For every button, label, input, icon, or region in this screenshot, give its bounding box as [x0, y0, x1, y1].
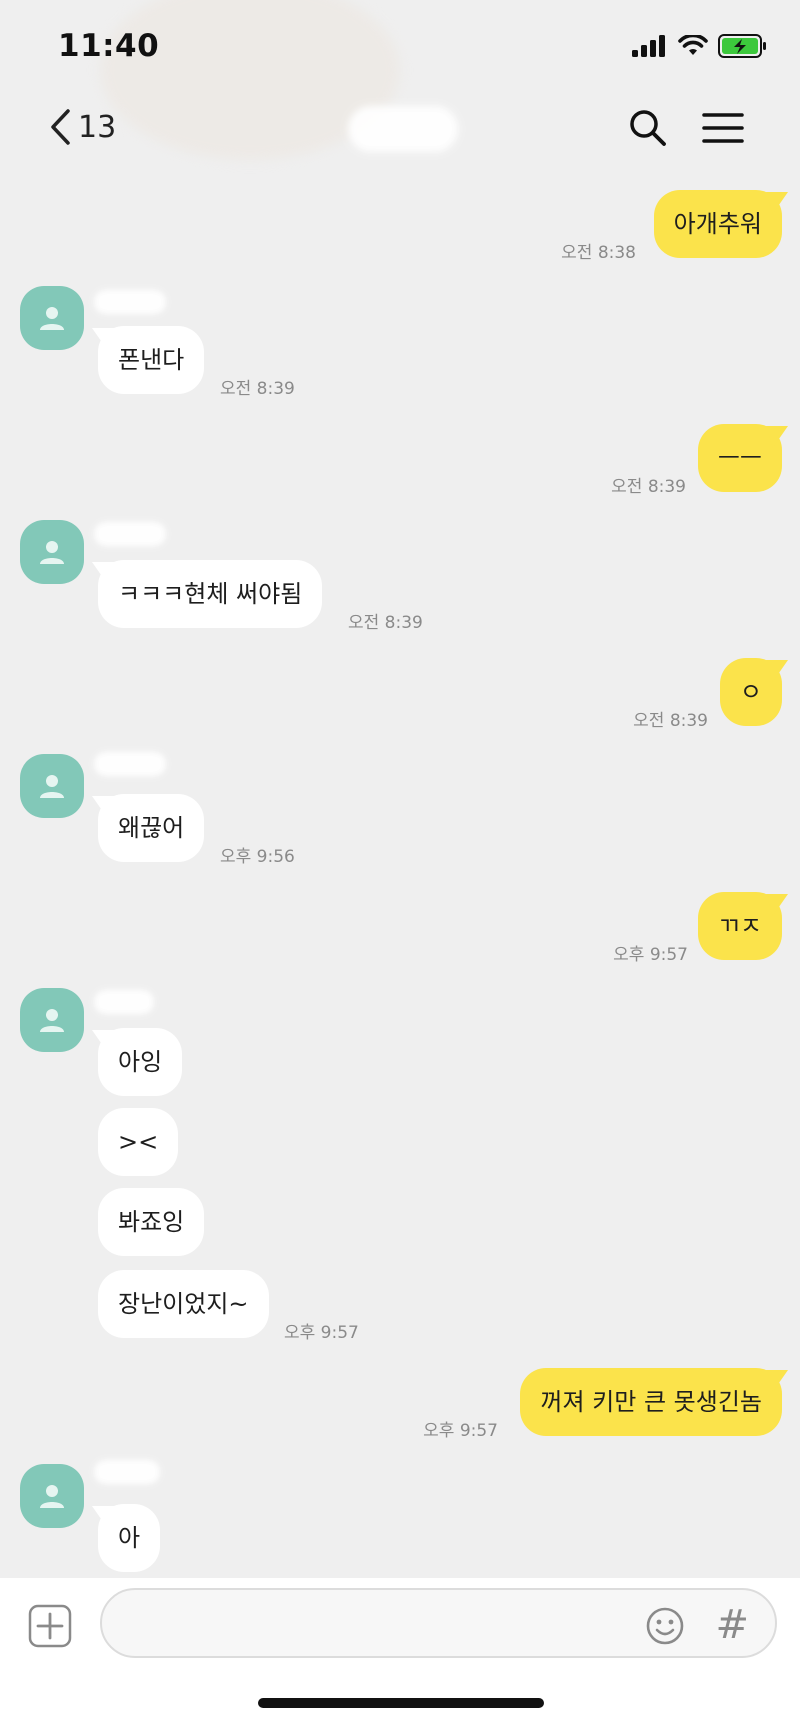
message-bubble-sent[interactable]: 꺼져 키만 큰 못생긴놈: [520, 1368, 782, 1436]
message-bubble-received[interactable]: 왜끊어: [98, 794, 205, 862]
message-time: 오후 9:57: [423, 1421, 498, 1441]
message-time: 오전 8:38: [561, 243, 636, 263]
message-bubble-received[interactable]: ><: [98, 1108, 179, 1176]
search-icon[interactable]: [628, 108, 668, 148]
signal-icon: [632, 35, 665, 57]
chat-title-redacted: [348, 106, 458, 152]
avatar[interactable]: [20, 1464, 84, 1528]
message-time: 오전 8:39: [348, 613, 423, 633]
chevron-left-icon: [51, 109, 70, 145]
status-time: 11:40: [58, 28, 160, 64]
wifi-icon: [678, 35, 708, 55]
person-icon: [40, 1485, 64, 1508]
chat-header: 13: [0, 90, 800, 166]
message-bubble-received[interactable]: 폰낸다: [98, 326, 205, 394]
status-icons: [632, 34, 768, 58]
message-bubble-sent[interactable]: ㅡㅡ: [697, 424, 782, 492]
sender-name-redacted: [94, 1460, 160, 1484]
message-bubble-received[interactable]: 아잉: [98, 1028, 183, 1096]
sender-name-redacted: [94, 990, 154, 1014]
home-indicator: [258, 1698, 544, 1708]
person-icon: [40, 1009, 64, 1032]
message-time: 오후 9:56: [220, 847, 295, 867]
message-time: 오전 8:39: [220, 379, 295, 399]
message-time: 오전 8:39: [611, 477, 686, 497]
person-icon: [40, 775, 64, 798]
sender-name-redacted: [94, 752, 166, 776]
unread-count: 13: [78, 109, 117, 145]
message-bubble-received[interactable]: 봐죠잉: [98, 1188, 205, 1256]
message-time: 오후 9:57: [613, 945, 688, 965]
menu-icon[interactable]: [702, 108, 744, 148]
avatar[interactable]: [20, 286, 84, 350]
battery-charging-icon: [718, 34, 766, 58]
avatar[interactable]: [20, 520, 84, 584]
message-time: 오후 9:57: [284, 1323, 359, 1343]
avatar[interactable]: [20, 754, 84, 818]
message-input-bar: #: [0, 1578, 800, 1731]
person-icon: [40, 307, 64, 330]
message-input[interactable]: #: [100, 1588, 777, 1658]
sender-name-redacted: [94, 522, 166, 546]
message-bubble-received[interactable]: 장난이었지~: [98, 1270, 269, 1338]
message-bubble-sent[interactable]: ㅇ: [719, 658, 782, 726]
emoji-icon[interactable]: [645, 1606, 685, 1646]
add-attachment-icon[interactable]: [28, 1604, 72, 1648]
message-bubble-received[interactable]: ㅋㅋㅋ현체 써야됨: [98, 560, 323, 628]
hashtag-button[interactable]: #: [715, 1602, 749, 1648]
back-button[interactable]: 13: [48, 108, 116, 146]
sender-name-redacted: [94, 290, 166, 314]
message-bubble-sent[interactable]: ㄲㅈ: [697, 892, 782, 960]
message-time: 오전 8:39: [633, 711, 708, 731]
person-icon: [40, 541, 64, 564]
message-bubble-sent[interactable]: 아개추워: [653, 190, 782, 258]
avatar[interactable]: [20, 988, 84, 1052]
message-bubble-received[interactable]: 아: [98, 1504, 161, 1572]
status-bar: 11:40: [0, 0, 800, 90]
